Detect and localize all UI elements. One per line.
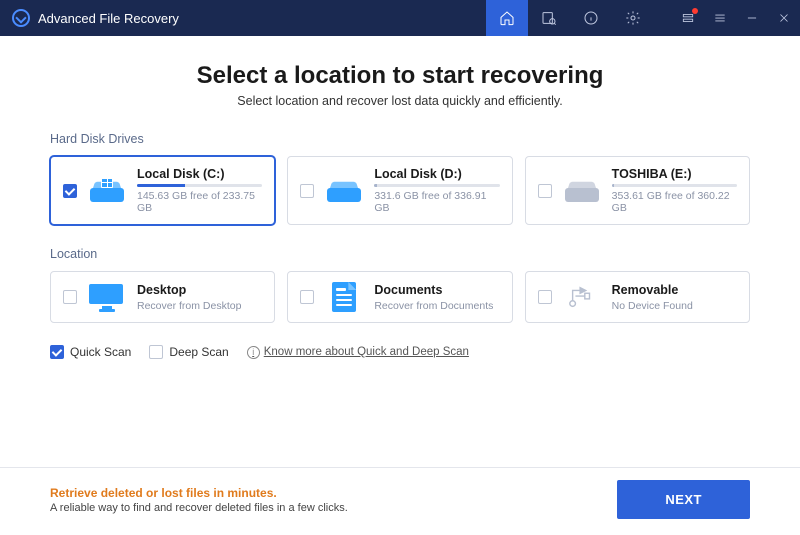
location-sub: Recover from Documents [374,300,499,312]
next-button[interactable]: NEXT [617,480,750,519]
drive-icon [87,176,127,206]
drive-icon [562,176,602,206]
header-nav [486,0,654,36]
drive-checkbox[interactable] [538,184,552,198]
monitor-icon [87,282,127,312]
location-sub: Recover from Desktop [137,300,262,312]
usb-icon [562,282,602,312]
drives-row: Local Disk (C:) 145.63 GB free of 233.75… [50,156,750,225]
promo-title: Retrieve deleted or lost files in minute… [50,486,348,500]
promo-sub: A reliable way to find and recover delet… [50,502,348,514]
menu-button[interactable] [704,0,736,36]
drive-icon [324,176,364,206]
deep-scan-checkbox[interactable] [149,345,163,359]
section-label-drives: Hard Disk Drives [50,132,750,146]
drive-sub: 331.6 GB free of 336.91 GB [374,190,499,214]
drive-checkbox[interactable] [63,184,77,198]
drive-title: Local Disk (C:) [137,167,262,181]
location-card-desktop[interactable]: Desktop Recover from Desktop [50,271,275,323]
quick-scan-option[interactable]: Quick Scan [50,345,131,359]
app-title: Advanced File Recovery [38,11,179,26]
location-title: Removable [612,283,737,297]
gear-icon [625,10,641,26]
deep-scan-label: Deep Scan [169,345,228,359]
notifications-button[interactable] [672,0,704,36]
main-content: Select a location to start recovering Se… [0,36,800,467]
location-title: Desktop [137,283,262,297]
home-icon [499,10,515,26]
nav-settings[interactable] [612,0,654,36]
drive-card-e[interactable]: TOSHIBA (E:) 353.61 GB free of 360.22 GB [525,156,750,225]
footer: Retrieve deleted or lost files in minute… [0,467,800,535]
location-card-documents[interactable]: Documents Recover from Documents [287,271,512,323]
minimize-button[interactable] [736,0,768,36]
location-title: Documents [374,283,499,297]
drive-checkbox[interactable] [300,184,314,198]
titlebar: Advanced File Recovery [0,0,800,36]
drive-title: TOSHIBA (E:) [612,167,737,181]
drive-card-c[interactable]: Local Disk (C:) 145.63 GB free of 233.75… [50,156,275,225]
drive-sub: 145.63 GB free of 233.75 GB [137,190,262,214]
quick-scan-checkbox[interactable] [50,345,64,359]
info-circle-icon: i [247,346,260,359]
page-subheading: Select location and recover lost data qu… [50,94,750,108]
promo-block: Retrieve deleted or lost files in minute… [50,486,348,514]
location-checkbox[interactable] [63,290,77,304]
document-icon [324,282,364,312]
nav-info[interactable] [570,0,612,36]
location-row: Desktop Recover from Desktop Documents R… [50,271,750,323]
drive-sub: 353.61 GB free of 360.22 GB [612,190,737,214]
scan-info-link[interactable]: i Know more about Quick and Deep Scan [247,346,469,359]
window-controls [672,0,800,36]
quick-scan-label: Quick Scan [70,345,131,359]
page-heading: Select a location to start recovering [50,62,750,90]
location-card-removable[interactable]: Removable No Device Found [525,271,750,323]
close-button[interactable] [768,0,800,36]
scan-options: Quick Scan Deep Scan i Know more about Q… [50,345,750,359]
search-list-icon [541,10,557,26]
location-checkbox[interactable] [300,290,314,304]
notification-badge [692,8,698,14]
drive-title: Local Disk (D:) [374,167,499,181]
drive-card-d[interactable]: Local Disk (D:) 331.6 GB free of 336.91 … [287,156,512,225]
nav-search[interactable] [528,0,570,36]
menu-icon [713,11,727,25]
app-logo-icon [12,9,30,27]
nav-home[interactable] [486,0,528,36]
deep-scan-option[interactable]: Deep Scan [149,345,228,359]
location-checkbox[interactable] [538,290,552,304]
info-icon [583,10,599,26]
minimize-icon [745,11,759,25]
location-sub: No Device Found [612,300,737,312]
app-logo-area: Advanced File Recovery [0,9,191,27]
close-icon [777,11,791,25]
section-label-location: Location [50,247,750,261]
